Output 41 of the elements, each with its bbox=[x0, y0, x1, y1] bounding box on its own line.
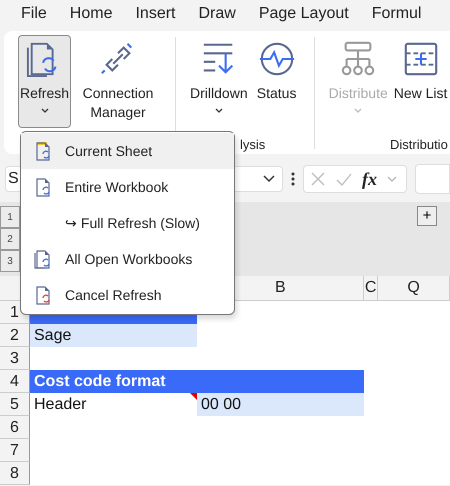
outline-level-button[interactable]: 3 bbox=[0, 250, 20, 272]
pulse-circle-icon bbox=[258, 40, 296, 78]
menu-item[interactable]: All Open Workbooks bbox=[21, 241, 234, 277]
table-cell: Cost code format bbox=[30, 370, 364, 393]
menu-tab[interactable]: Formul bbox=[372, 5, 422, 23]
row-header[interactable]: 3 bbox=[0, 347, 30, 370]
insert-function-button[interactable]: fx bbox=[362, 168, 377, 190]
table-cell: 00 00 bbox=[197, 393, 364, 416]
menu-item[interactable]: Entire Workbook bbox=[21, 169, 234, 205]
chevron-down-icon[interactable] bbox=[387, 176, 397, 182]
menu-tab[interactable]: Draw bbox=[198, 5, 236, 23]
row-header[interactable]: 2 bbox=[0, 324, 30, 347]
ribbon-button[interactable]: Refresh bbox=[18, 35, 72, 128]
cancel-icon[interactable] bbox=[310, 171, 326, 187]
row-header[interactable]: 5 bbox=[0, 393, 30, 416]
column-header[interactable]: C bbox=[364, 276, 378, 300]
menu-item[interactable]: ↪ Full Refresh (Slow) bbox=[21, 205, 234, 241]
ribbon-button[interactable]: Status bbox=[252, 35, 302, 128]
ribbon-button[interactable]: Drilldown bbox=[188, 35, 250, 128]
menu-item[interactable]: Current Sheet bbox=[21, 133, 234, 169]
menu-tab[interactable]: Home bbox=[70, 5, 112, 23]
outline-level-button[interactable]: 1 bbox=[0, 206, 20, 228]
menu-tab[interactable]: File bbox=[21, 5, 47, 23]
outline-level-button[interactable]: 2 bbox=[0, 228, 20, 250]
column-header[interactable]: Q bbox=[378, 276, 450, 300]
group-label: lysis bbox=[240, 137, 266, 152]
chevron-down-icon bbox=[262, 175, 276, 183]
group-label: Distributio bbox=[390, 137, 448, 152]
ribbon-button[interactable]: Connection Manager bbox=[73, 35, 164, 128]
menu-tab[interactable]: Insert bbox=[135, 5, 176, 23]
formula-field[interactable] bbox=[415, 164, 450, 194]
menu-tab[interactable]: Page Layout bbox=[258, 5, 349, 23]
row-header[interactable]: 6 bbox=[0, 416, 30, 439]
table-cell: Sage bbox=[30, 324, 197, 347]
row-header[interactable]: 8 bbox=[0, 462, 30, 485]
more-icon[interactable] bbox=[291, 171, 295, 187]
check-icon[interactable] bbox=[336, 171, 352, 187]
row-header[interactable]: 4 bbox=[0, 370, 30, 393]
expand-button[interactable]: + bbox=[417, 206, 437, 226]
row-header[interactable]: 7 bbox=[0, 439, 30, 462]
ribbon-button[interactable]: New List bbox=[392, 35, 450, 128]
